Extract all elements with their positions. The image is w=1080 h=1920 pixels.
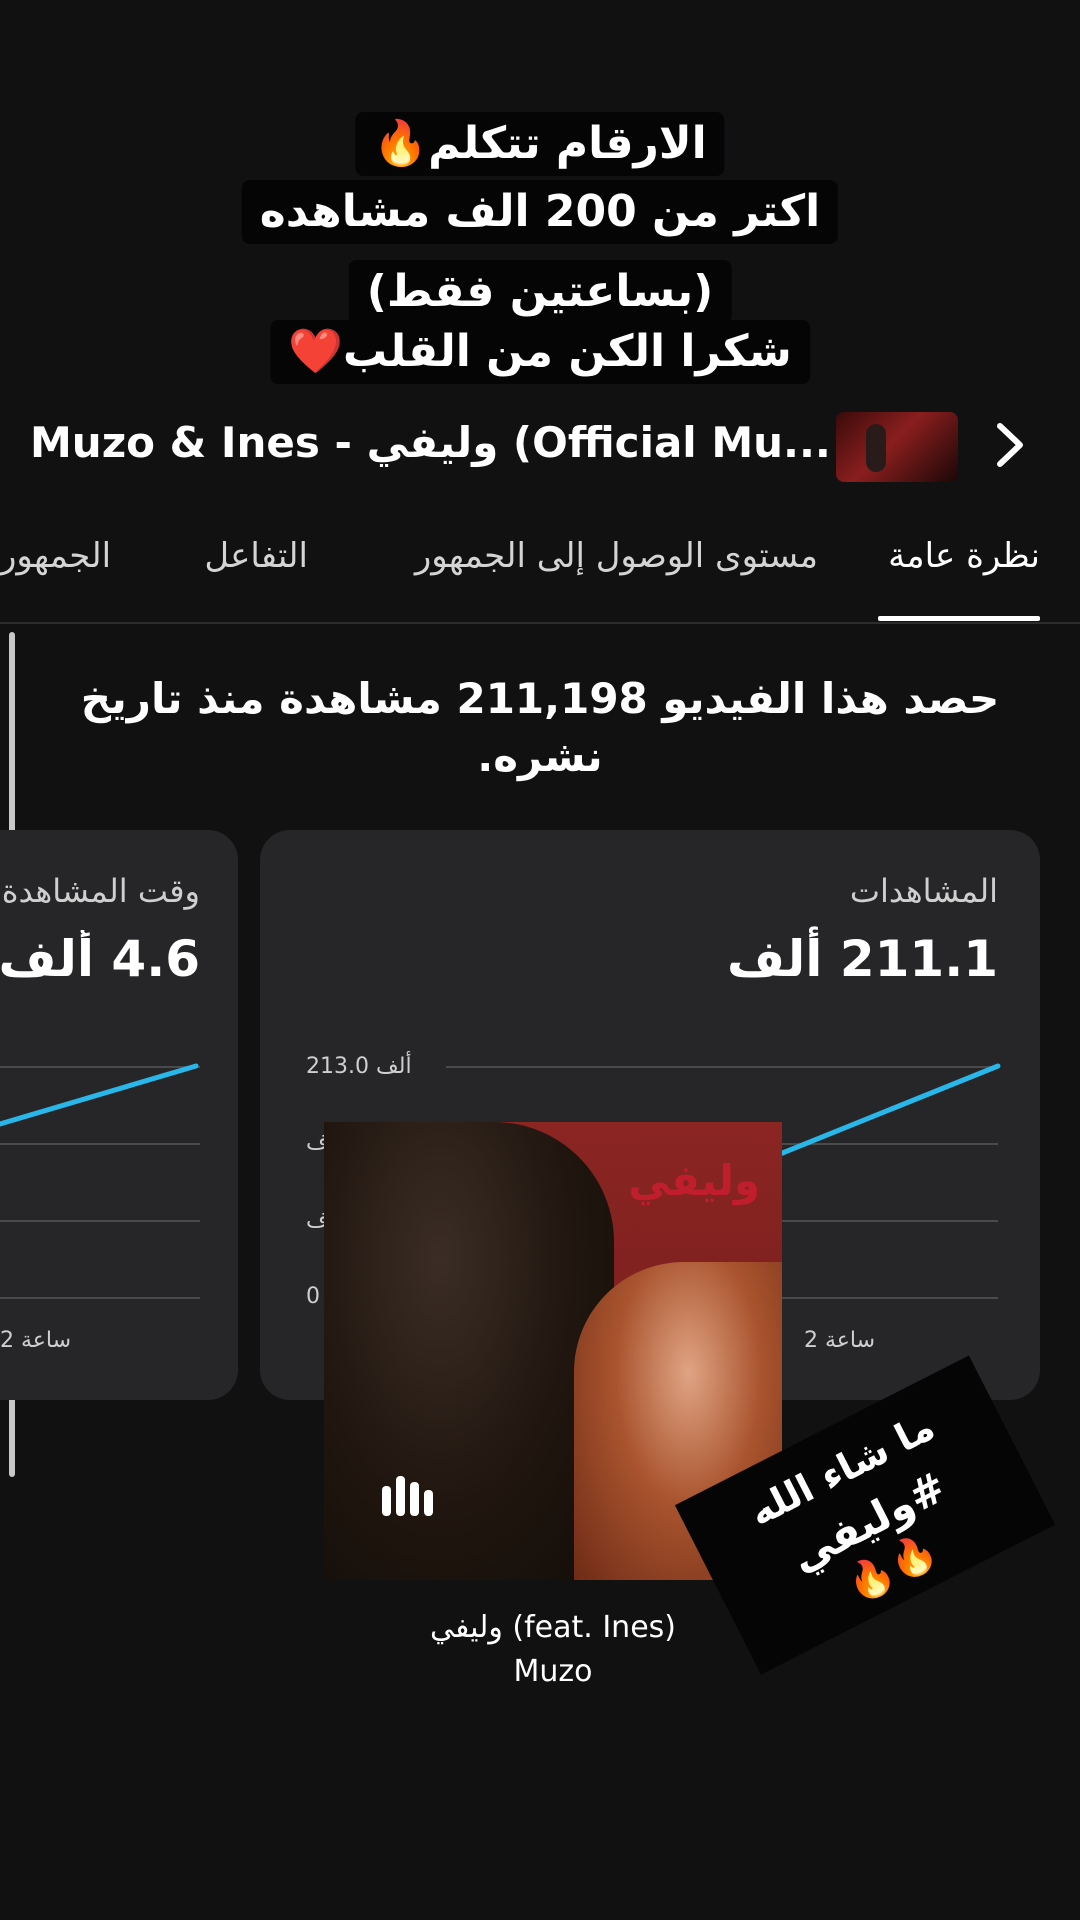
- caption-line-3: (بساعتين فقط): [348, 260, 732, 324]
- views-x-label: 2 ساعة: [804, 1328, 876, 1353]
- video-title: Muzo & Ines - وليفي (Official Mu...: [30, 418, 830, 467]
- song-title: وليفي (feat. Ines): [429, 1610, 676, 1645]
- chevron-right-icon[interactable]: [990, 420, 1030, 482]
- caption-line-4: شكرا الكن من القلب❤️: [270, 320, 810, 384]
- watch-time-card[interactable]: وقت المشاهدة 4.6 ألف 2 ساعة: [0, 830, 238, 1400]
- caption-line-2: اكتر من 200 الف مشاهده: [241, 180, 839, 244]
- summary-text: حصد هذا الفيديو 211,198 مشاهدة منذ تاريخ…: [80, 674, 1000, 781]
- active-tab-indicator: [878, 616, 1040, 621]
- song-artist: Muzo: [513, 1654, 593, 1689]
- equalizer-icon: [382, 1476, 433, 1516]
- video-thumbnail[interactable]: [836, 412, 958, 482]
- tab-overview[interactable]: نظرة عامة: [888, 536, 1040, 576]
- tab-engagement[interactable]: التفاعل: [204, 536, 308, 576]
- tab-audience[interactable]: الجمهور: [0, 536, 126, 576]
- album-figure-man: [324, 1122, 614, 1580]
- watch-time-trend-line: [0, 1063, 199, 1127]
- album-title-text: وليفي: [628, 1156, 760, 1205]
- tabs-divider: [0, 622, 1080, 624]
- watch-time-x-label: 2 ساعة: [0, 1328, 72, 1353]
- tab-reach[interactable]: مستوى الوصول إلى الجمهور: [415, 536, 818, 576]
- caption-line-1: الارقام تتكلم🔥: [355, 112, 725, 176]
- analytics-tabs: نظرة عامة مستوى الوصول إلى الجمهور التفا…: [0, 536, 1080, 621]
